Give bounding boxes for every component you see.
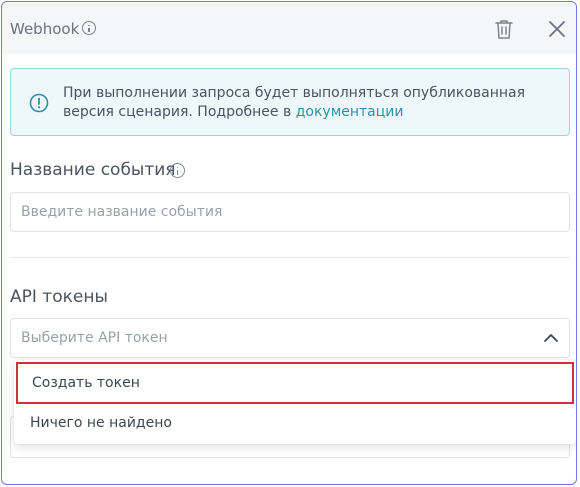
section-divider xyxy=(10,257,570,258)
option-label: Создать токен xyxy=(32,375,140,391)
api-token-select[interactable]: Выберите API токен xyxy=(10,318,570,358)
documentation-link[interactable]: документации xyxy=(296,104,404,120)
notice-text: При выполнении запроса будет выполняться… xyxy=(63,84,553,122)
api-token-dropdown: Создать токен Ничего не найдено xyxy=(14,360,576,444)
alert-circle-icon xyxy=(29,93,49,113)
trash-icon[interactable] xyxy=(494,18,514,40)
option-nothing-found: Ничего не найдено xyxy=(14,404,576,444)
info-notice: При выполнении запроса будет выполняться… xyxy=(10,68,570,136)
event-name-label: Название события xyxy=(10,160,176,180)
option-label: Ничего не найдено xyxy=(30,415,172,431)
option-create-token[interactable]: Создать токен xyxy=(16,362,574,404)
panel-title: Webhook xyxy=(10,20,80,38)
webhook-panel: Webhook При выполнении запроса будет вып… xyxy=(1,1,577,485)
api-token-placeholder: Выберите API токен xyxy=(21,330,168,346)
event-name-info-icon[interactable] xyxy=(170,163,185,178)
info-icon[interactable] xyxy=(82,21,96,35)
api-tokens-label: API токены xyxy=(10,287,108,307)
close-icon[interactable] xyxy=(546,18,568,40)
event-name-input[interactable] xyxy=(10,192,570,232)
panel-header: Webhook xyxy=(2,2,576,54)
chevron-up-icon[interactable] xyxy=(543,331,559,345)
notice-message: При выполнении запроса будет выполняться… xyxy=(63,85,526,120)
